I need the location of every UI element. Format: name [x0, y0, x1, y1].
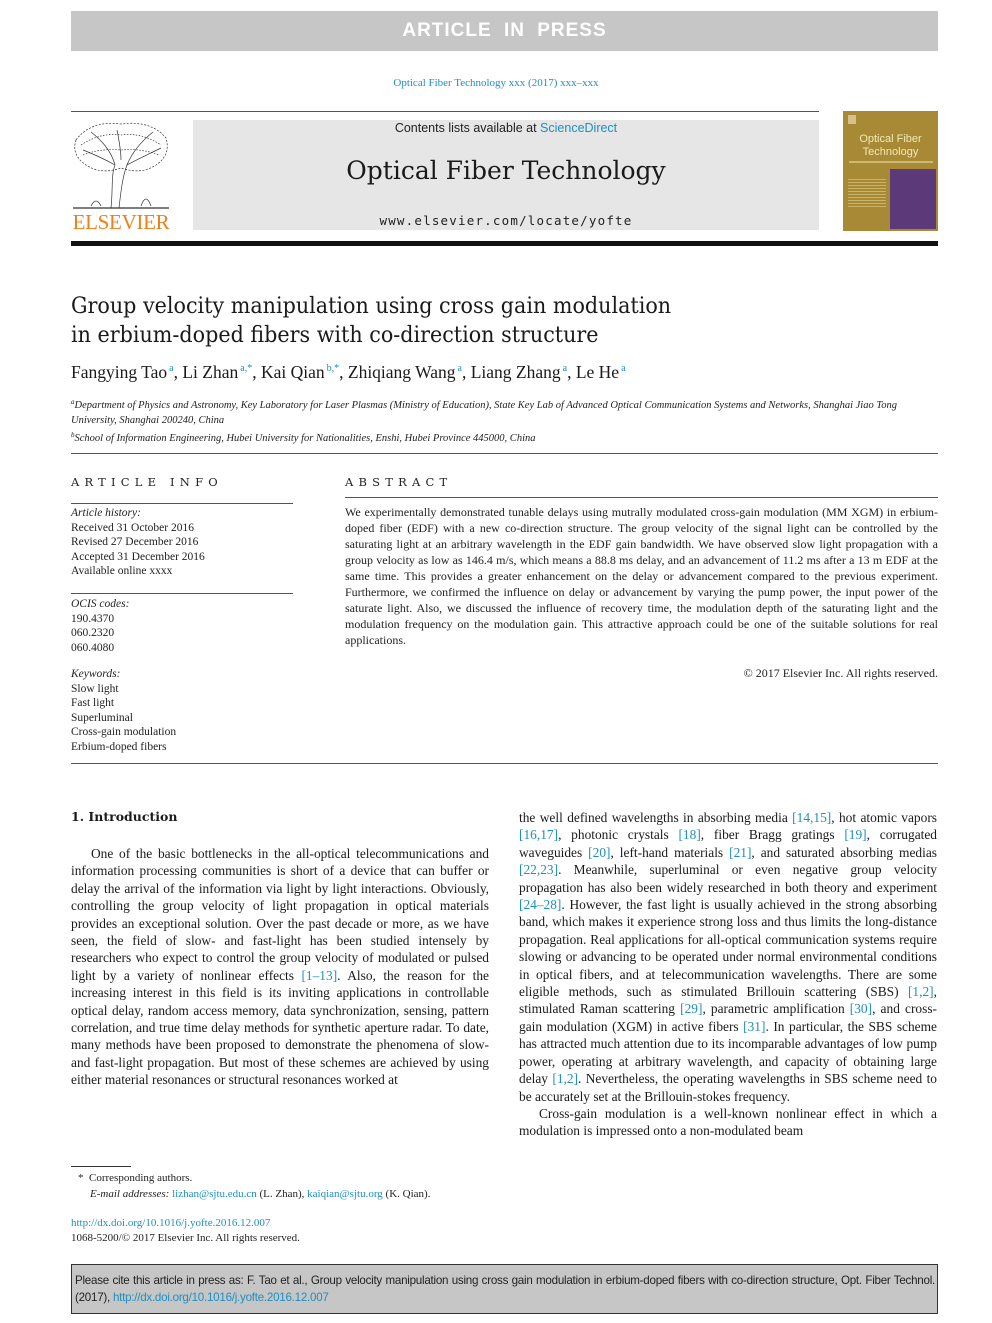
reference-link[interactable]: [24–28]: [519, 897, 561, 912]
masthead-thick-divider: [71, 241, 938, 246]
footnote-divider: [71, 1166, 131, 1167]
asterisk-mark: *: [78, 1172, 89, 1184]
history-item: Available online xxxx: [71, 565, 173, 577]
elsevier-tree-icon: [73, 122, 169, 209]
body-column-left: One of the basic bottlenecks in the all-…: [71, 845, 489, 1089]
ocis-codes: OCIS codes: 190.4370 060.2320 060.4080: [71, 597, 129, 655]
ocis-code: 060.4080: [71, 641, 115, 654]
reference-link[interactable]: [29]: [680, 1001, 702, 1016]
reference-link[interactable]: [21]: [729, 845, 751, 860]
intro-paragraph-1-continued: the well defined wavelengths in absorbin…: [519, 810, 938, 1104]
journal-title[interactable]: Optical Fiber Technology: [193, 156, 819, 185]
reference-link[interactable]: [18]: [678, 827, 700, 842]
ocis-code: 190.4370: [71, 612, 115, 625]
author-name[interactable]: Li Zhan: [182, 362, 238, 382]
cover-subtitle: [849, 161, 933, 163]
article-history: Article history: Received 31 October 201…: [71, 506, 205, 579]
affiliation-text: School of Information Engineering, Hubei…: [74, 433, 536, 444]
sciencedirect-link[interactable]: ScienceDirect: [540, 121, 617, 135]
reference-link[interactable]: [19]: [844, 827, 866, 842]
contents-prefix: Contents lists available at: [394, 121, 541, 135]
abstract-copyright: © 2017 Elsevier Inc. All rights reserved…: [743, 666, 938, 680]
affiliation-text: Department of Physics and Astronomy, Key…: [71, 400, 897, 426]
abstract-divider: [345, 497, 938, 498]
cover-title: Optical Fiber Technology: [859, 133, 922, 158]
journal-masthead: Contents lists available at ScienceDirec…: [193, 120, 819, 230]
author-separator: ,: [339, 362, 348, 382]
intro-paragraph-1: One of the basic bottlenecks in the all-…: [71, 846, 489, 1088]
journal-url-link[interactable]: www.elsevier.com/locate/yofte: [193, 213, 819, 228]
issn-copyright: 1068-5200/© 2017 Elsevier Inc. All right…: [71, 1232, 300, 1244]
reference-link[interactable]: [1–13]: [301, 968, 337, 983]
abstract-bottom-divider: [71, 763, 938, 764]
article-title: Group velocity manipulation using cross …: [71, 294, 672, 348]
history-item: Revised 27 December 2016: [71, 536, 199, 548]
keyword: Slow light: [71, 682, 119, 695]
reference-link[interactable]: [14,15]: [792, 810, 831, 825]
author-separator: ,: [567, 362, 576, 382]
corresponding-author-note: * Corresponding authors.: [78, 1172, 193, 1184]
author-affiliation-mark[interactable]: a: [621, 363, 625, 374]
cover-image: [890, 169, 936, 229]
article-history-label: Article history:: [71, 507, 141, 519]
title-divider: [71, 453, 938, 454]
doi-link[interactable]: http://dx.doi.org/10.1016/j.yofte.2016.1…: [71, 1217, 270, 1229]
affiliation: bSchool of Information Engineering, Hube…: [71, 428, 941, 447]
author-separator: ,: [252, 362, 261, 382]
elsevier-wordmark: ELSEVIER: [72, 210, 170, 234]
intro-paragraph-2: Cross-gain modulation is a well-known no…: [519, 1105, 937, 1139]
keyword: Fast light: [71, 697, 115, 709]
author-affiliation-mark[interactable]: a,*: [240, 363, 252, 374]
reference-link[interactable]: [22,23]: [519, 862, 558, 877]
author-separator: ,: [461, 362, 471, 382]
article-info-divider: [71, 503, 293, 504]
author-name[interactable]: Zhiqiang Wang: [348, 362, 456, 382]
author-name[interactable]: Le He: [576, 362, 619, 382]
citation-box: Please cite this article in press as: F.…: [71, 1264, 938, 1314]
history-item: Received 31 October 2016: [71, 521, 194, 534]
author-name[interactable]: Fangying Tao: [71, 362, 167, 382]
doi-block: http://dx.doi.org/10.1016/j.yofte.2016.1…: [71, 1216, 300, 1246]
reference-link[interactable]: [1,2]: [908, 984, 934, 999]
keyword: Erbium-doped fibers: [71, 740, 167, 753]
reference-link[interactable]: [20]: [588, 845, 610, 860]
email-link-qian[interactable]: kaiqian@sjtu.org: [307, 1188, 383, 1200]
citation-doi-link[interactable]: http://dx.doi.org/10.1016/j.yofte.2016.1…: [113, 1291, 329, 1304]
history-item: Accepted 31 December 2016: [71, 550, 205, 563]
elsevier-logo[interactable]: ELSEVIER: [71, 120, 171, 234]
keyword: Cross-gain modulation: [71, 726, 177, 738]
body-column-right: the well defined wavelengths in absorbin…: [519, 809, 937, 1140]
contents-line: Contents lists available at ScienceDirec…: [193, 121, 819, 135]
ocis-code: 060.2320: [71, 627, 115, 639]
abstract-heading: ABSTRACT: [345, 475, 453, 489]
footnotes: * Corresponding authors. E-mail addresse…: [78, 1170, 498, 1202]
reference-link[interactable]: [31]: [743, 1019, 765, 1034]
cover-contents-list: [848, 179, 886, 209]
reference-link[interactable]: [1,2]: [552, 1071, 578, 1086]
keywords-label: Keywords:: [71, 668, 121, 680]
abstract-text: We experimentally demonstrated tunable d…: [345, 505, 938, 647]
article-info-divider-2: [71, 593, 293, 594]
email-addresses: E-mail addresses: lizhan@sjtu.edu.cn (L.…: [90, 1188, 431, 1200]
author-name[interactable]: Kai Qian: [261, 362, 325, 382]
journal-reference-link[interactable]: Optical Fiber Technology xxx (2017) xxx–…: [0, 77, 992, 89]
affiliations: aDepartment of Physics and Astronomy, Ke…: [71, 395, 941, 447]
ocis-label: OCIS codes:: [71, 598, 130, 610]
reference-link[interactable]: [30]: [850, 1001, 872, 1016]
author-list: Fangying Tao a, Li Zhan a,*, Kai Qian b,*, …: [71, 362, 626, 383]
reference-link[interactable]: [16,17]: [519, 827, 558, 842]
keywords: Keywords: Slow light Fast light Superlum…: [71, 667, 176, 754]
article-info-heading: ARTICLE INFO: [71, 475, 223, 489]
journal-cover-thumbnail[interactable]: Optical Fiber Technology: [843, 111, 938, 231]
author-name[interactable]: Liang Zhang: [471, 362, 561, 382]
section-heading-introduction: 1. Introduction: [71, 809, 178, 824]
email-link-zhan[interactable]: lizhan@sjtu.edu.cn: [172, 1188, 257, 1200]
cover-publisher-badge: [848, 115, 856, 124]
affiliation: aDepartment of Physics and Astronomy, Ke…: [71, 395, 941, 428]
article-in-press-banner: ARTICLE IN PRESS: [71, 11, 938, 51]
author-affiliation-mark[interactable]: b,*: [327, 363, 340, 374]
header-divider: [71, 111, 819, 112]
keyword: Superluminal: [71, 711, 133, 724]
